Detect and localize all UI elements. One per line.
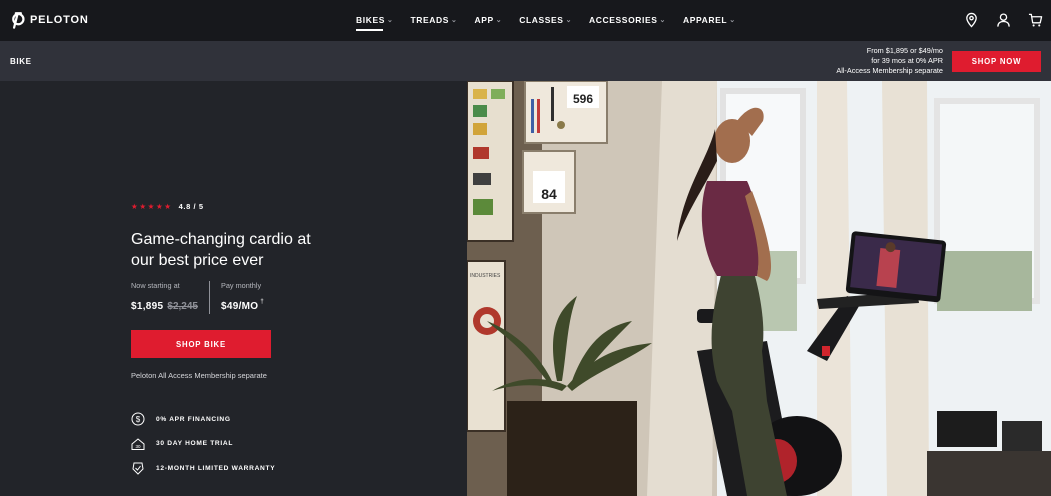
dollar-coin-icon: $ bbox=[131, 412, 145, 426]
hero-headline: Game-changing cardio at our best price e… bbox=[131, 229, 331, 271]
feature-list: $ 0% APR FINANCING 30 30 DAY HOME TRIAL … bbox=[131, 407, 275, 481]
nav-bikes[interactable]: BIKES ⌄ bbox=[356, 15, 394, 31]
account-icon[interactable] bbox=[996, 12, 1011, 28]
cart-icon[interactable] bbox=[1028, 12, 1043, 28]
nav-apparel-label: APPAREL bbox=[683, 15, 728, 25]
feature-financing: $ 0% APR FINANCING bbox=[131, 407, 275, 432]
subnav-title: BIKE bbox=[10, 57, 32, 66]
home-30-icon: 30 bbox=[131, 438, 145, 450]
price-monthly: Pay monthly $49/MO † bbox=[208, 281, 275, 314]
nav-app[interactable]: APP ⌄ bbox=[474, 15, 502, 25]
feature-home-trial-label: 30 DAY HOME TRIAL bbox=[156, 440, 234, 448]
rating-value: 4.8 / 5 bbox=[178, 202, 204, 211]
feature-warranty: 12-MONTH LIMITED WARRANTY bbox=[131, 456, 275, 481]
rating: ★★★★★ 4.8 / 5 bbox=[131, 202, 204, 211]
hero-illustration: 596 84 INDUSTRIES bbox=[467, 81, 1051, 496]
shop-now-button[interactable]: SHOP NOW bbox=[952, 51, 1041, 72]
chevron-down-icon: ⌄ bbox=[729, 17, 736, 24]
nav-classes[interactable]: CLASSES ⌄ bbox=[519, 15, 572, 25]
peloton-logo-icon bbox=[12, 12, 25, 29]
promo-line-2: for 39 mos at 0% APR bbox=[871, 56, 943, 65]
chevron-down-icon: ⌄ bbox=[451, 17, 458, 24]
main-nav: BIKES ⌄ TREADS ⌄ APP ⌄ CLASSES ⌄ ACCESSORIES… bbox=[356, 15, 753, 31]
poster-text: INDUSTRIES bbox=[470, 273, 501, 279]
nav-treads[interactable]: TREADS ⌄ bbox=[410, 15, 457, 25]
nav-accessories-label: ACCESSORIES bbox=[589, 15, 658, 25]
nav-treads-label: TREADS bbox=[410, 15, 449, 25]
membership-note: Peloton All Access Membership separate bbox=[131, 371, 267, 380]
chevron-down-icon: ⌄ bbox=[386, 17, 394, 24]
svg-text:$: $ bbox=[136, 415, 141, 424]
price-now: Now starting at $1,895 $2,245 bbox=[131, 281, 209, 314]
pay-monthly-value: $49/MO bbox=[220, 301, 259, 312]
race-bib-2: 84 bbox=[541, 186, 557, 202]
location-pin-icon[interactable] bbox=[964, 12, 979, 28]
nav-classes-label: CLASSES bbox=[519, 15, 564, 25]
nav-icon-group bbox=[964, 12, 1043, 28]
promo-line-3: All-Access Membership separate bbox=[836, 66, 943, 75]
chevron-down-icon: ⌄ bbox=[495, 17, 503, 24]
price-old-value: $2,245 bbox=[167, 301, 198, 312]
pay-monthly-label: Pay monthly bbox=[220, 281, 262, 290]
top-navigation: PELOTON BIKES ⌄ TREADS ⌄ APP ⌄ CLASSES ⌄ ACC… bbox=[0, 0, 1051, 41]
chevron-down-icon: ⌄ bbox=[659, 17, 666, 24]
hero-panel: ★★★★★ 4.8 / 5 Game-changing cardio at ou… bbox=[0, 81, 467, 496]
nav-bikes-label: BIKES bbox=[356, 15, 385, 25]
price-block: Now starting at $1,895 $2,245 Pay monthly… bbox=[131, 281, 275, 314]
hero-image: 596 84 INDUSTRIES bbox=[467, 81, 1051, 496]
pay-monthly-footnote: † bbox=[260, 298, 264, 305]
shop-bike-button[interactable]: SHOP BIKE bbox=[131, 330, 271, 358]
headline-line-1: Game-changing cardio at bbox=[131, 231, 311, 248]
svg-text:30: 30 bbox=[135, 444, 141, 449]
price-now-label: Now starting at bbox=[131, 281, 180, 290]
nav-app-label: APP bbox=[474, 15, 494, 25]
feature-home-trial: 30 30 DAY HOME TRIAL bbox=[131, 432, 275, 457]
headline-line-2: our best price ever bbox=[131, 252, 264, 269]
feature-warranty-label: 12-MONTH LIMITED WARRANTY bbox=[156, 464, 276, 472]
feature-financing-label: 0% APR FINANCING bbox=[156, 415, 231, 423]
product-subnav: BIKE From $1,895 or $49/mo for 39 mos at… bbox=[0, 41, 1051, 81]
chevron-down-icon: ⌄ bbox=[565, 17, 573, 24]
race-bib-1: 596 bbox=[573, 92, 593, 106]
nav-apparel[interactable]: APPAREL ⌄ bbox=[683, 15, 736, 25]
shield-check-icon bbox=[132, 462, 144, 475]
promo-line-1: From $1,895 or $49/mo bbox=[866, 46, 943, 55]
nav-accessories[interactable]: ACCESSORIES ⌄ bbox=[589, 15, 666, 25]
peloton-logo[interactable]: PELOTON bbox=[9, 11, 89, 29]
subnav-promo: From $1,895 or $49/mo for 39 mos at 0% A… bbox=[836, 46, 943, 76]
rating-stars-icon: ★★★★★ bbox=[131, 202, 173, 211]
price-now-value: $1,895 bbox=[131, 301, 164, 312]
brand-name: PELOTON bbox=[30, 14, 89, 26]
